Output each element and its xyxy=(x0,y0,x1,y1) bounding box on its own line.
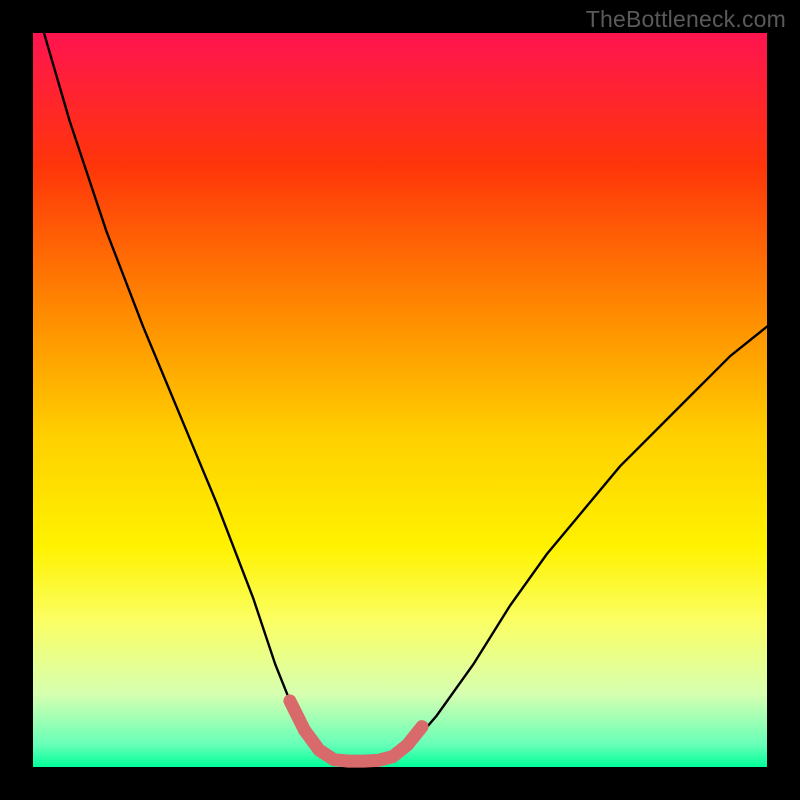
chart-plot-area xyxy=(33,33,767,767)
left-curve-line xyxy=(44,33,334,760)
watermark-text: TheBottleneck.com xyxy=(586,6,786,33)
trough-highlight-line xyxy=(290,701,422,761)
right-curve-line xyxy=(385,327,767,760)
chart-svg xyxy=(33,33,767,767)
